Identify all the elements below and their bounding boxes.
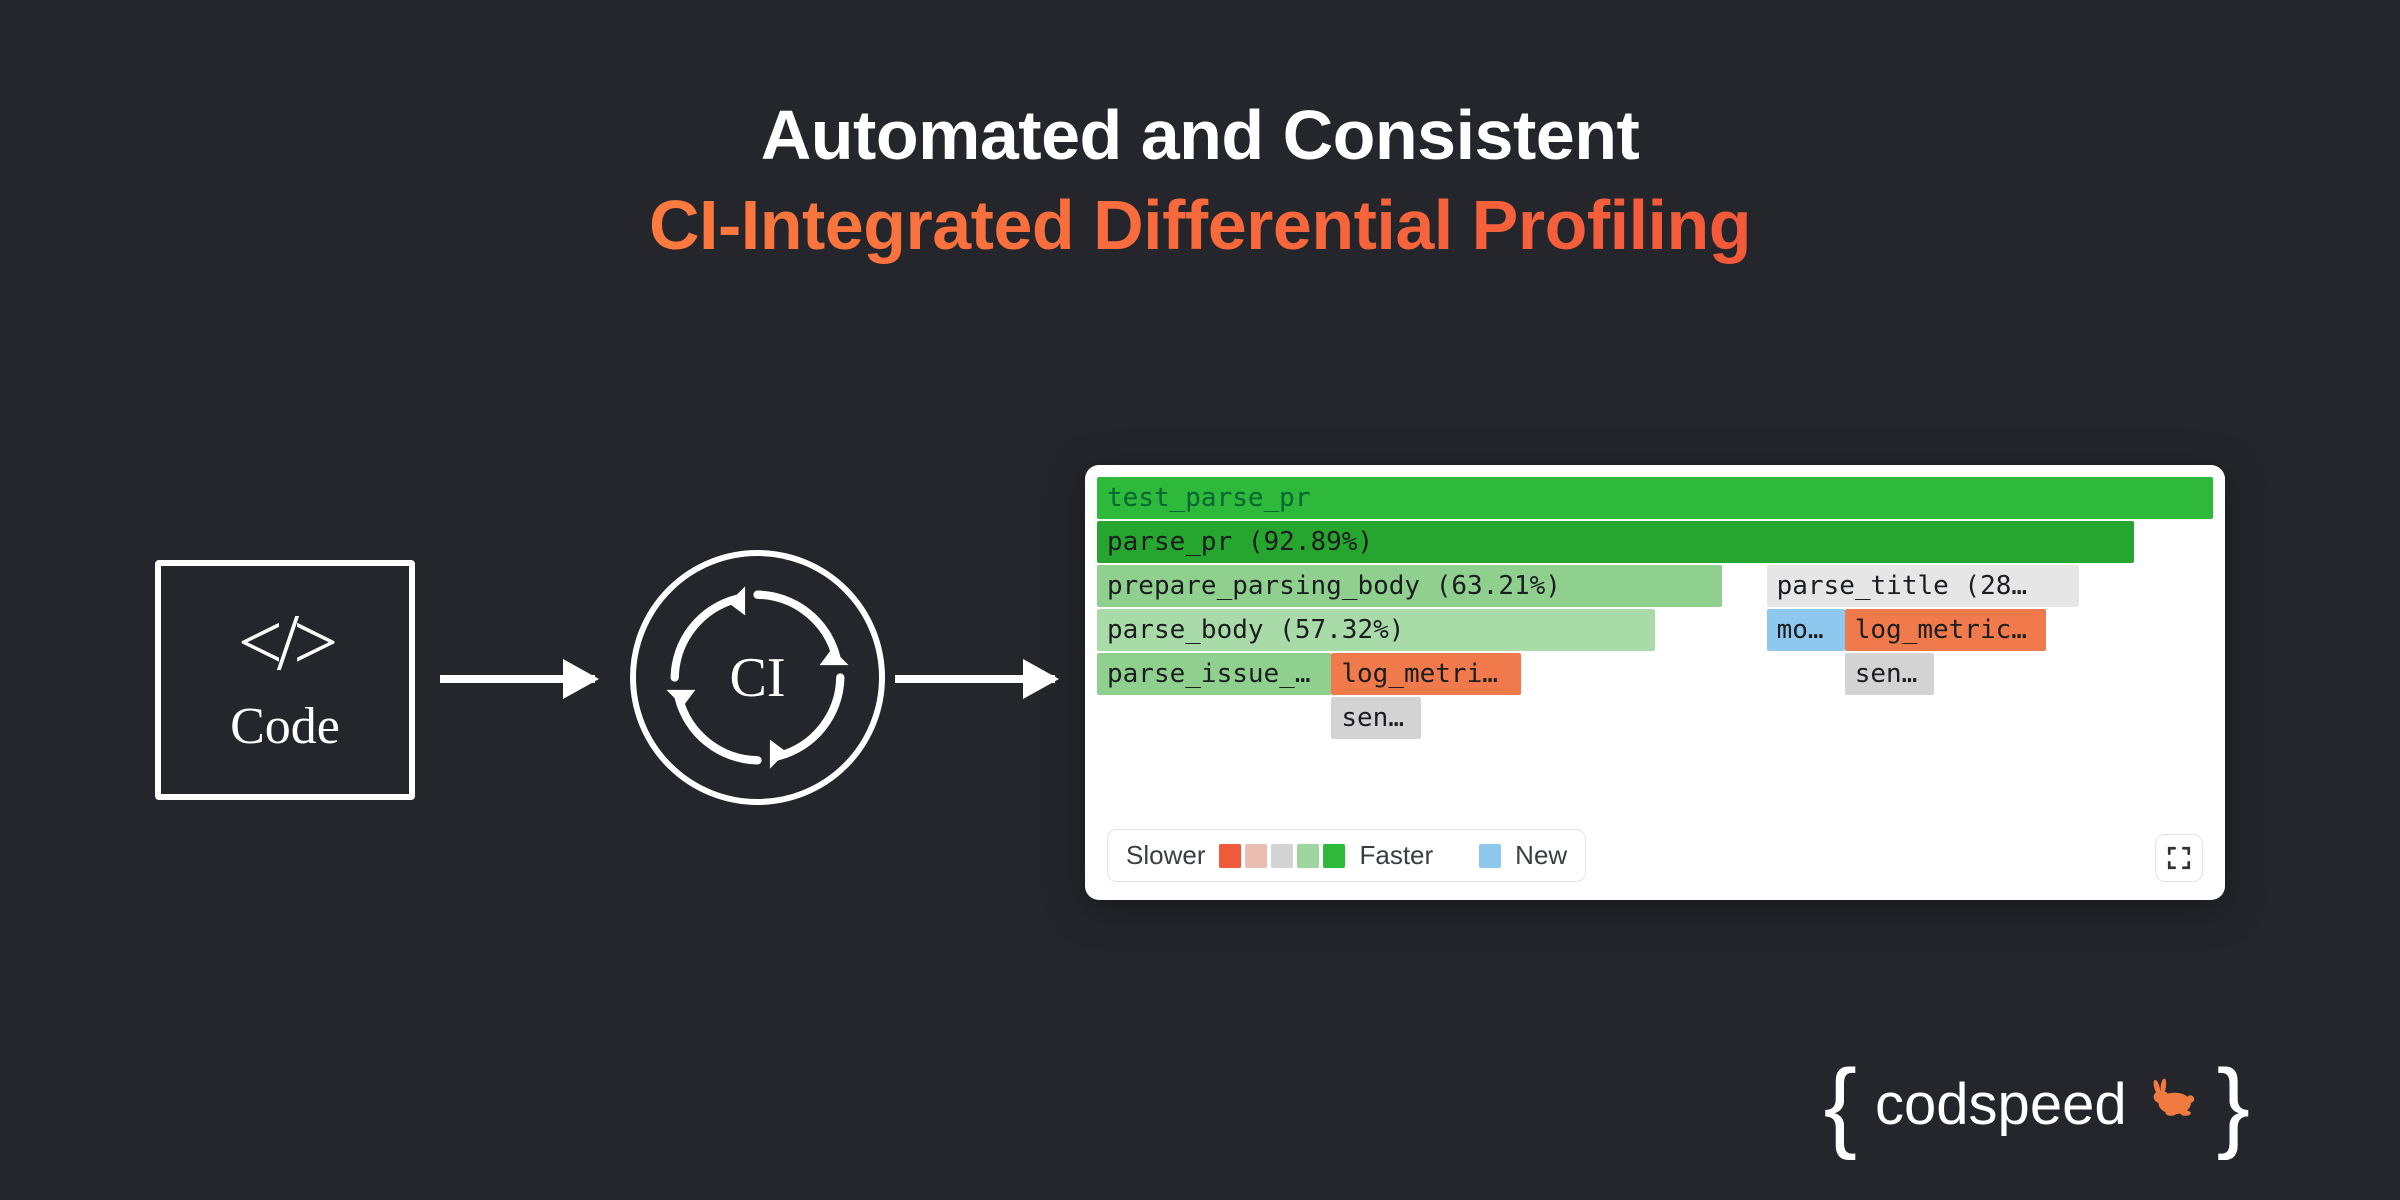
flame-cell[interactable]: parse_title (28…: [1767, 565, 2079, 607]
title-line1: Automated and Consistent: [0, 95, 2400, 175]
flame-cell[interactable]: parse_issue_f…: [1097, 653, 1331, 695]
code-icon: </>: [161, 598, 409, 689]
flame-row: sen…: [1097, 697, 2213, 739]
flame-cell[interactable]: sen…: [1845, 653, 1934, 695]
flame-row: test_parse_pr: [1097, 477, 2213, 519]
brand-logo: { codspeed }: [1824, 1071, 2250, 1138]
ci-circle: CI: [630, 550, 885, 805]
title-block: Automated and Consistent CI-Integrated D…: [0, 0, 2400, 265]
flame-row: parse_pr (92.89%): [1097, 521, 2213, 563]
flame-graph-panel: test_parse_prparse_pr (92.89%)prepare_pa…: [1085, 465, 2225, 900]
legend-slower-label: Slower: [1126, 840, 1205, 871]
rabbit-icon: [2145, 1071, 2199, 1138]
legend-faster-label: Faster: [1359, 840, 1433, 871]
flame-cell[interactable]: log_metric…: [1845, 609, 2046, 651]
diagram-row: </> Code CI test_p: [0, 440, 2400, 940]
brand-name: codspeed: [1875, 1071, 2127, 1138]
code-box: </> Code: [155, 560, 415, 800]
fullscreen-button[interactable]: [2155, 834, 2203, 882]
flame-rows: test_parse_prparse_pr (92.89%)prepare_pa…: [1097, 477, 2213, 739]
flame-row: parse_body (57.32%) mo…log_metric…: [1097, 609, 2213, 651]
legend-gradient-icon: [1219, 844, 1345, 868]
flame-cell[interactable]: parse_pr (92.89%): [1097, 521, 2134, 563]
legend: Slower Faster New: [1107, 829, 1586, 882]
flame-cell[interactable]: sen…: [1331, 697, 1420, 739]
fullscreen-icon: [2166, 845, 2192, 871]
ci-label: CI: [730, 646, 786, 710]
flame-cell[interactable]: log_metri…: [1331, 653, 1521, 695]
legend-new-swatch: [1479, 844, 1501, 868]
flame-cell[interactable]: parse_body (57.32%): [1097, 609, 1655, 651]
title-line2: CI-Integrated Differential Profiling: [649, 185, 1751, 265]
flame-cell[interactable]: prepare_parsing_body (63.21%): [1097, 565, 1722, 607]
arrow-icon: [895, 675, 1055, 683]
flame-row: parse_issue_f…log_metri… sen…: [1097, 653, 2213, 695]
arrow-icon: [440, 675, 595, 683]
flame-cell[interactable]: mo…: [1767, 609, 1845, 651]
legend-new-label: New: [1515, 840, 1567, 871]
flame-cell[interactable]: test_parse_pr: [1097, 477, 2213, 519]
code-label: Code: [161, 697, 409, 756]
flame-row: prepare_parsing_body (63.21%) parse_title…: [1097, 565, 2213, 607]
